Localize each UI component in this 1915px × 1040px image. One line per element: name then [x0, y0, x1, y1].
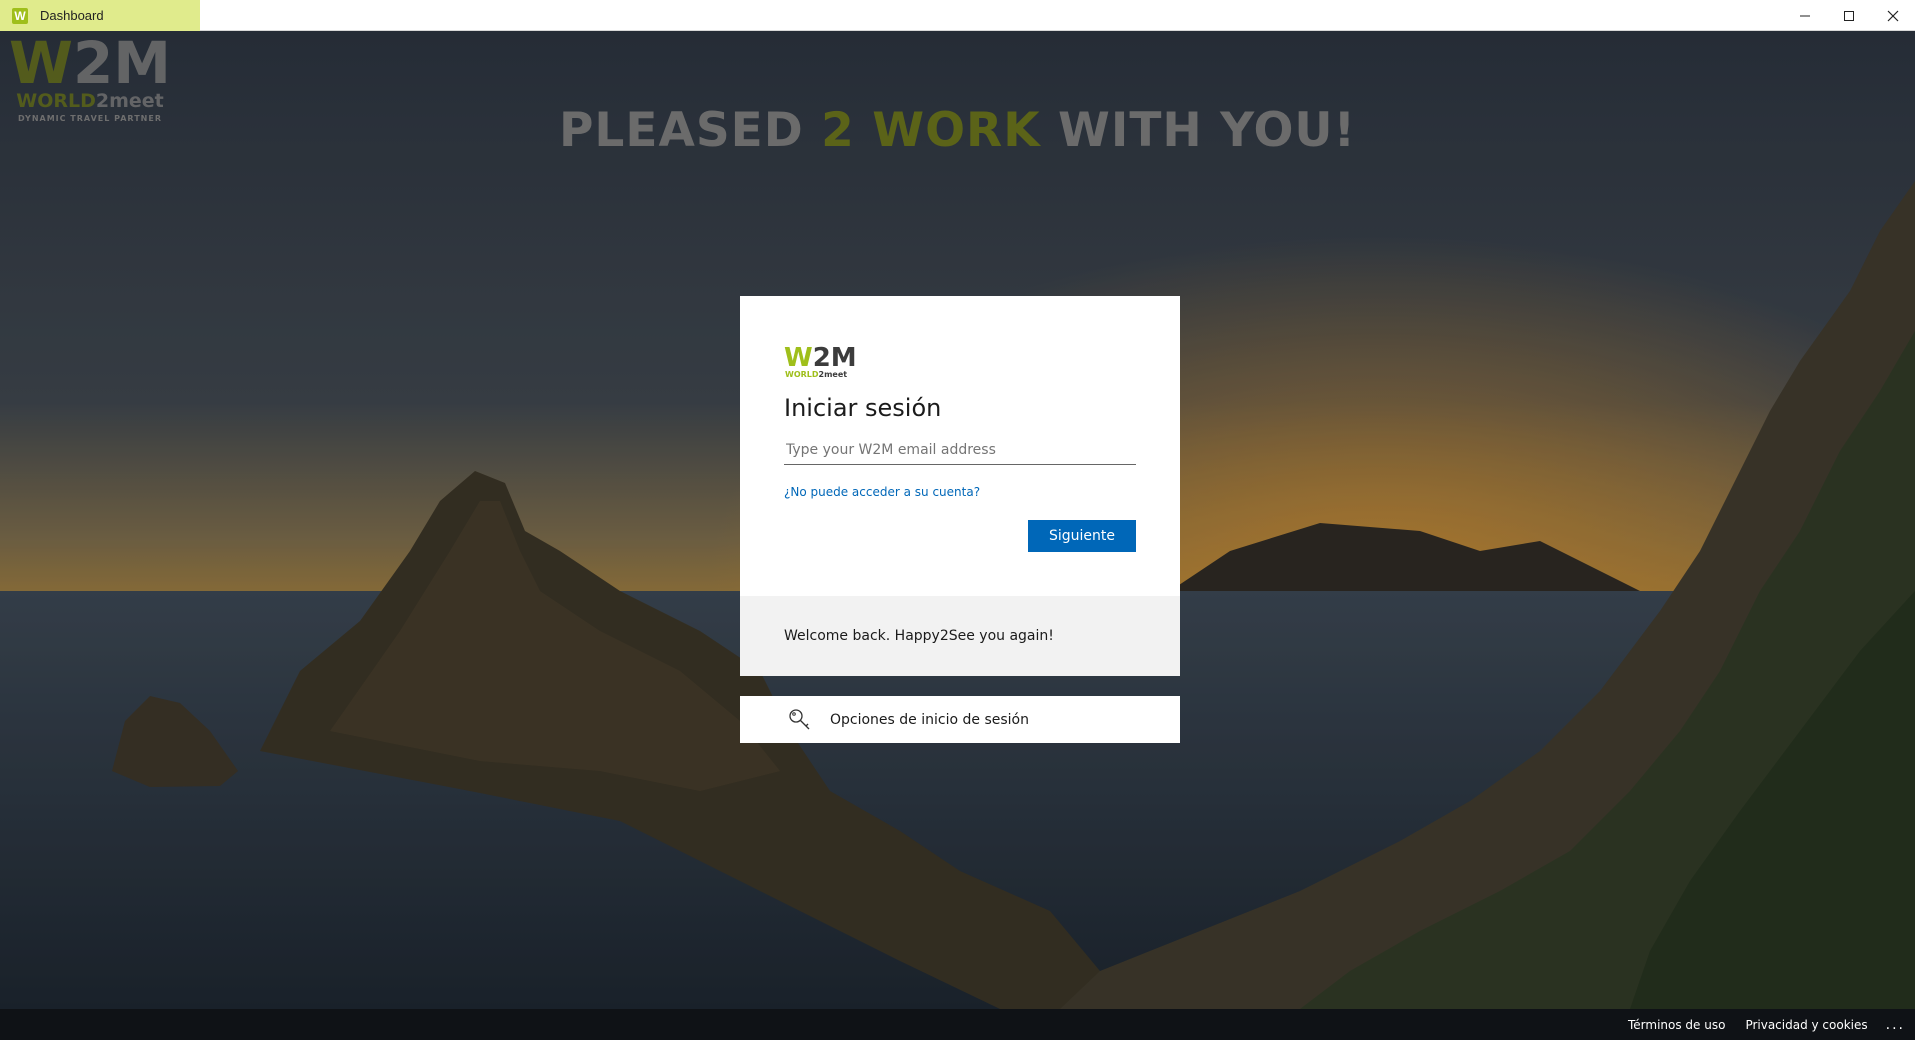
footer-bar: Términos de uso Privacidad y cookies ... [0, 1009, 1915, 1040]
minimize-icon [1800, 15, 1810, 16]
login-card-body: W2M WORLD2meet Iniciar sesión ¿No puede … [740, 296, 1180, 595]
signin-title: Iniciar sesión [784, 394, 942, 422]
title-bar: W Dashboard [0, 0, 1915, 31]
next-button[interactable]: Siguiente [1028, 520, 1136, 552]
window-title: Dashboard [40, 8, 104, 23]
headline-part-3: WITH YOU! [1040, 103, 1357, 158]
more-options-button[interactable]: ... [1886, 1017, 1905, 1033]
svg-text:WORLD2meet: WORLD2meet [16, 90, 164, 112]
w2m-brand-watermark: W2M WORLD2meet DYNAMIC TRAVEL PARTNER [9, 31, 171, 123]
signin-options-label: Opciones de inicio de sesión [830, 711, 1029, 728]
maximize-icon [1844, 10, 1854, 21]
close-icon [1887, 10, 1899, 21]
headline-banner: PLEASED 2 WORK WITH YOU! [0, 103, 1915, 158]
minimize-button[interactable] [1783, 0, 1827, 31]
privacy-cookies-link[interactable]: Privacidad y cookies [1745, 1018, 1867, 1032]
close-button[interactable] [1871, 0, 1915, 31]
svg-text:DYNAMIC TRAVEL PARTNER: DYNAMIC TRAVEL PARTNER [18, 114, 162, 123]
maximize-button[interactable] [1827, 0, 1871, 31]
login-card: W2M WORLD2meet Iniciar sesión ¿No puede … [740, 296, 1180, 676]
terms-of-use-link[interactable]: Términos de uso [1628, 1018, 1725, 1032]
svg-text:W2M: W2M [784, 343, 857, 373]
email-input[interactable] [784, 436, 1136, 465]
cant-access-account-link[interactable]: ¿No puede acceder a su cuenta? [784, 485, 1136, 499]
app-tab[interactable]: W Dashboard [0, 0, 200, 31]
svg-text:W2M: W2M [9, 31, 171, 97]
signin-options-button[interactable]: Opciones de inicio de sesión [740, 696, 1180, 743]
welcome-message: Welcome back. Happy2See you again! [740, 596, 1180, 676]
key-search-icon [789, 708, 810, 729]
headline-part-1: PLEASED [558, 103, 822, 158]
headline-part-2: 2 WORK [821, 103, 1041, 158]
app-logo-icon: W [12, 7, 28, 24]
svg-text:WORLD2meet: WORLD2meet [785, 370, 847, 379]
w2m-logo: W2M WORLD2meet [784, 343, 857, 379]
